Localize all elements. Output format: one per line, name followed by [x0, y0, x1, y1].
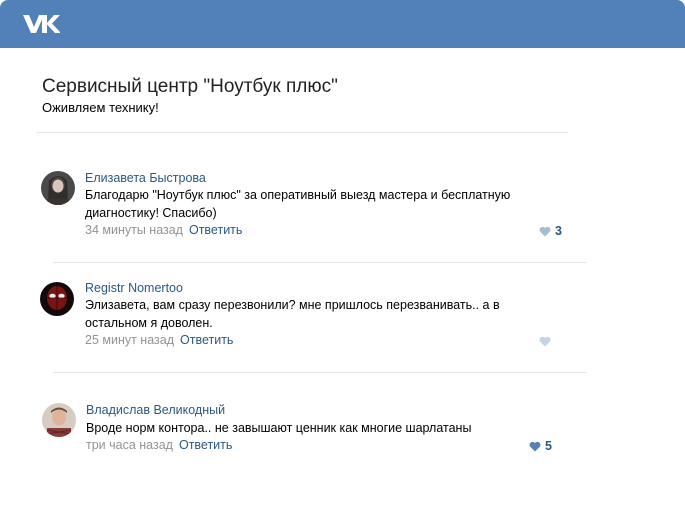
- comment-author[interactable]: Registr Nomertoo: [85, 281, 183, 295]
- comment-meta: 25 минут назад Ответить: [85, 333, 233, 347]
- like-count: 3: [555, 224, 562, 238]
- heart-icon: [539, 336, 551, 347]
- top-header-bar: [0, 0, 685, 48]
- like-button[interactable]: 3: [539, 224, 562, 238]
- avatar[interactable]: [42, 403, 76, 437]
- avatar[interactable]: [40, 282, 74, 316]
- comment-author[interactable]: Елизавета Быстрова: [85, 171, 206, 185]
- like-button[interactable]: 5: [529, 439, 552, 453]
- comment-meta: 34 минуты назад Ответить: [85, 223, 242, 237]
- page-title: Сервисный центр "Ноутбук плюс": [42, 76, 338, 97]
- vk-logo-icon[interactable]: [22, 12, 60, 36]
- reply-button[interactable]: Ответить: [180, 333, 233, 347]
- avatar[interactable]: [41, 171, 75, 205]
- comment-meta: три часа назад Ответить: [86, 438, 232, 452]
- comment-text: Благодарю "Ноутбук плюс" за оперативный …: [85, 188, 511, 220]
- comment-time[interactable]: 34 минуты назад: [85, 223, 183, 237]
- reply-button[interactable]: Ответить: [179, 438, 232, 452]
- comment-text: Вроде норм контора.. не завышают ценник …: [86, 421, 472, 435]
- comment-time[interactable]: 25 минут назад: [85, 333, 174, 347]
- comment-text: Элизавета, вам сразу перезвонили? мне пр…: [85, 298, 500, 330]
- heart-icon: [529, 441, 541, 452]
- heart-icon: [539, 226, 551, 237]
- page-subtitle: Оживляем технику!: [42, 100, 159, 115]
- comment-time[interactable]: три часа назад: [86, 438, 173, 452]
- comment-divider: [53, 262, 586, 263]
- header-divider: [36, 132, 568, 133]
- comment-divider: [53, 372, 586, 373]
- comment-author[interactable]: Владислав Великодный: [86, 403, 225, 417]
- reply-button[interactable]: Ответить: [189, 223, 242, 237]
- like-button[interactable]: [539, 334, 555, 348]
- like-count: 5: [545, 439, 552, 453]
